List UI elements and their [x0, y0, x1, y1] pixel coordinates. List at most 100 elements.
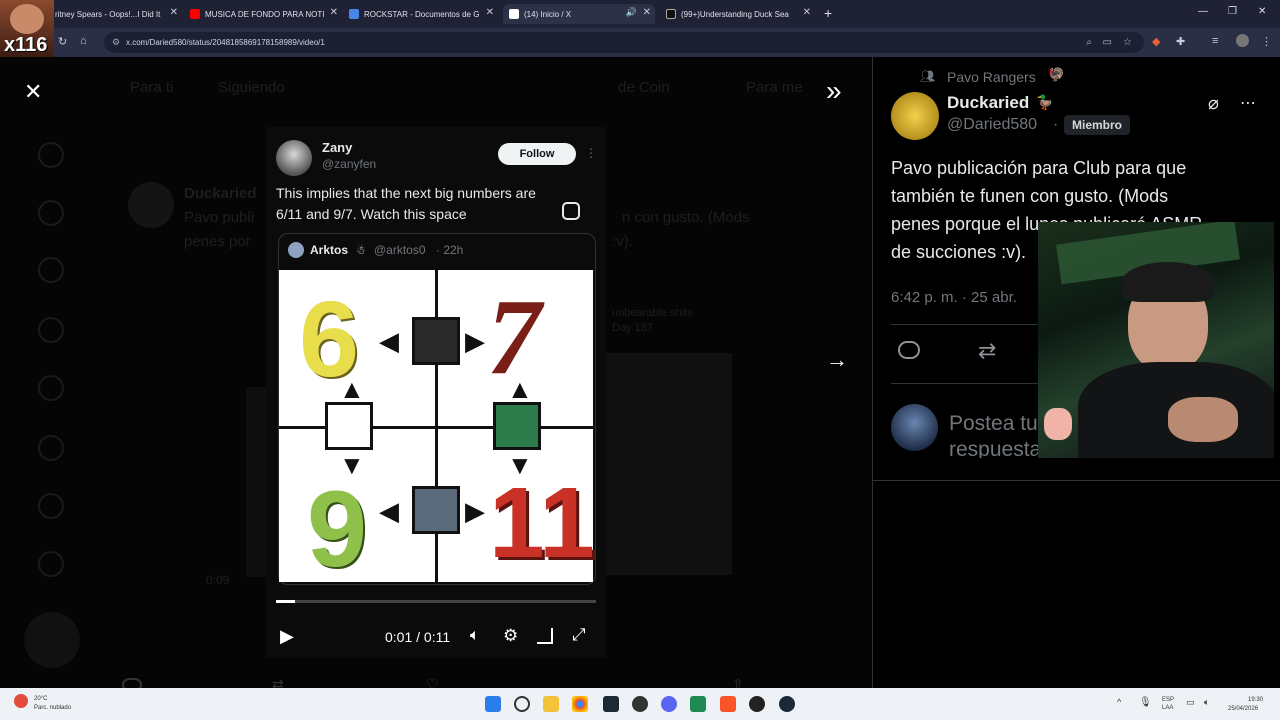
- url-field[interactable]: ⚙ x.com/Daried580/status/204818586917815…: [104, 32, 1144, 53]
- windows-taskbar: 20°C Parc. nublado ^ 🎙︎ ESP LAA ▭ 🔈︎ 19:…: [0, 688, 1280, 720]
- lists-icon: [38, 435, 64, 461]
- minimize-button[interactable]: —: [1198, 6, 1208, 17]
- home-icon[interactable]: ⌂: [80, 35, 87, 47]
- speaker-icon[interactable]: 🔈︎: [1204, 697, 1209, 708]
- app-icon[interactable]: [749, 696, 765, 712]
- number-eleven: 11: [489, 467, 595, 579]
- expand-panel-button[interactable]: »: [826, 75, 842, 107]
- brave-icon[interactable]: [720, 696, 736, 712]
- fullscreen-icon[interactable]: ⤢: [572, 625, 586, 645]
- tab-duck-search[interactable]: (99+)Understanding Duck Sea ✕: [666, 4, 811, 24]
- volume-icon[interactable]: 🔈︎: [470, 627, 480, 645]
- next-media-button[interactable]: →: [826, 347, 848, 373]
- clock-time[interactable]: 19:30: [1248, 696, 1263, 704]
- settings-gear-icon[interactable]: ⚙: [503, 626, 518, 646]
- ghost-avatar: [128, 182, 174, 228]
- arrow-left-icon: ◀: [379, 326, 399, 356]
- close-viewer-button[interactable]: ✕: [24, 79, 42, 105]
- terminal-icon[interactable]: [603, 696, 619, 712]
- tab-close-icon[interactable]: ✕: [803, 7, 811, 18]
- youtube-icon: [190, 9, 200, 19]
- tab-close-icon[interactable]: ✕: [643, 7, 651, 18]
- reload-icon[interactable]: ↻: [58, 35, 67, 48]
- author-avatar[interactable]: [891, 92, 939, 140]
- tab-rockstar[interactable]: ROCKSTAR - Documentos de G ✕: [349, 4, 494, 24]
- search-icon: [38, 200, 64, 226]
- microphone-icon[interactable]: 🎙︎: [1139, 697, 1152, 708]
- ghost-video: [246, 387, 266, 577]
- new-tab-button[interactable]: +: [824, 5, 832, 21]
- play-button[interactable]: ▶: [280, 626, 294, 647]
- tab-label: MUSICA DE FONDO PARA NOTI: [205, 9, 325, 19]
- language-indicator[interactable]: ESP: [1162, 696, 1174, 704]
- webcam-overlay: [1038, 222, 1274, 458]
- site-info-icon[interactable]: ⚙: [112, 32, 120, 53]
- app-icon[interactable]: [690, 696, 706, 712]
- tab-label: ritney Spears - Oops!...I Did It: [55, 9, 161, 19]
- mail-icon: [38, 317, 64, 343]
- tab-close-icon[interactable]: ✕: [486, 7, 494, 18]
- progress-track[interactable]: [276, 600, 596, 603]
- grok-icon[interactable]: ⌀: [1208, 93, 1219, 114]
- tab-x-inicio[interactable]: (14) Inicio / X 🔊 ✕: [503, 4, 655, 24]
- duck-emoji-icon: 🦆: [1036, 94, 1054, 110]
- menu-icon[interactable]: ⋮: [1261, 35, 1272, 48]
- ghost-text: penes por: [184, 233, 251, 250]
- tab-close-icon[interactable]: ✕: [170, 7, 178, 18]
- extension-icon[interactable]: ◆: [1152, 35, 1160, 48]
- weather-icon[interactable]: [14, 694, 28, 708]
- author-handle[interactable]: @Daried580: [947, 116, 1037, 134]
- ghost-tab: Para ti: [130, 79, 174, 96]
- author-name[interactable]: Duckaried: [947, 93, 1029, 113]
- tab-musica[interactable]: MUSICA DE FONDO PARA NOTI ✕: [190, 4, 338, 24]
- embedded-tweet-text: 6/11 and 9/7. Watch this space: [276, 206, 467, 222]
- puzzle-icon[interactable]: ✚: [1176, 35, 1185, 48]
- streamer-emote: x116: [0, 0, 54, 58]
- community-name[interactable]: Pavo Rangers: [947, 69, 1036, 85]
- post-text: también te funen con gusto. (Mods: [891, 186, 1169, 206]
- tab-label: ROCKSTAR - Documentos de G: [364, 9, 480, 19]
- reply-input[interactable]: Postea tu: [949, 412, 1038, 436]
- follow-button: Follow: [498, 143, 576, 165]
- clock-date[interactable]: 25/04/2026: [1228, 705, 1258, 713]
- media-icon[interactable]: ≡: [1212, 35, 1218, 47]
- close-window-button[interactable]: ✕: [1258, 6, 1266, 17]
- network-icon[interactable]: ▭: [1186, 697, 1195, 708]
- start-button[interactable]: [485, 696, 501, 712]
- post-timestamp[interactable]: 6:42 p. m. · 25 abr.: [891, 289, 1017, 306]
- speaker-icon[interactable]: 🔊: [626, 7, 637, 18]
- embedded-tweet-text: This implies that the next big numbers a…: [276, 185, 536, 201]
- search-icon[interactable]: [514, 696, 530, 712]
- ghost-text: n con gusto. (Mods: [622, 209, 750, 226]
- file-explorer-icon[interactable]: [543, 696, 559, 712]
- more-options-icon: ⋮: [585, 146, 597, 160]
- tiktok-icon: [666, 9, 676, 19]
- reply-icon[interactable]: [898, 341, 920, 359]
- post-text: Pavo publicación para Club para que: [891, 158, 1187, 178]
- reply-input[interactable]: respuesta: [949, 438, 1041, 458]
- member-badge: Miembro: [1064, 115, 1131, 135]
- bookmark-star-icon[interactable]: ☆: [1123, 32, 1132, 53]
- ghost-card: [604, 353, 732, 575]
- arrow-up-icon: ▲: [507, 374, 533, 404]
- face-box-icon: [412, 317, 460, 365]
- profile-avatar[interactable]: [1236, 34, 1249, 47]
- cast-icon[interactable]: ▭: [1103, 32, 1112, 53]
- retweet-icon[interactable]: ⇄: [978, 338, 996, 364]
- chrome-icon[interactable]: [572, 696, 588, 712]
- zoom-icon[interactable]: ⌕: [1086, 32, 1092, 53]
- meme-image: 6 7 9 11 ◀ ▶ ▲ ▼ ▲ ▼ ◀ ▶: [279, 270, 595, 589]
- divider: [891, 324, 1039, 325]
- obs-icon[interactable]: [632, 696, 648, 712]
- maximize-button[interactable]: ❐: [1228, 6, 1237, 17]
- steam-icon[interactable]: [779, 696, 795, 712]
- time-display: 0:01 / 0:11: [385, 629, 451, 645]
- tab-label: (14) Inicio / X: [524, 9, 572, 19]
- chevron-up-icon[interactable]: ^: [1117, 697, 1121, 707]
- discord-icon[interactable]: [661, 696, 677, 712]
- language-indicator[interactable]: LAA: [1162, 704, 1173, 712]
- tab-britney[interactable]: ritney Spears - Oops!...I Did It ✕: [40, 4, 178, 24]
- dock-video-icon[interactable]: [537, 628, 553, 644]
- more-options-icon[interactable]: ⋯: [1240, 93, 1256, 113]
- tab-close-icon[interactable]: ✕: [330, 7, 338, 18]
